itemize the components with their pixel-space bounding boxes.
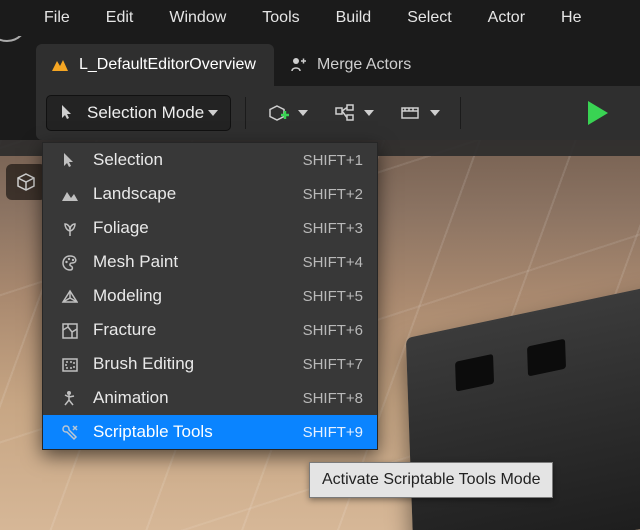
play-button[interactable] [556, 86, 640, 140]
mode-item-shortcut: SHIFT+2 [303, 186, 363, 203]
cursor-icon [59, 150, 79, 170]
play-icon [588, 101, 608, 125]
mode-item-scriptable-tools[interactable]: Scriptable Tools SHIFT+9 [43, 415, 377, 449]
animation-icon [59, 388, 79, 408]
palette-icon [59, 252, 79, 272]
foliage-icon [59, 218, 79, 238]
merge-icon [288, 55, 308, 75]
cinematics-icon [398, 100, 424, 126]
tab-label: Merge Actors [317, 56, 411, 74]
mode-item-shortcut: SHIFT+5 [303, 288, 363, 305]
mode-item-label: Fracture [93, 320, 303, 340]
document-tabs: L_DefaultEditorOverview Merge Actors [36, 44, 640, 86]
menu-build[interactable]: Build [318, 5, 390, 31]
menu-actor[interactable]: Actor [470, 5, 543, 31]
perspective-cube-icon [16, 172, 36, 192]
mode-item-label: Brush Editing [93, 354, 303, 374]
toolbar-separator [460, 97, 461, 129]
editor-mode-button[interactable]: Selection Mode [46, 95, 231, 131]
brush-edit-icon [59, 354, 79, 374]
mode-item-shortcut: SHIFT+1 [303, 152, 363, 169]
modeling-icon [59, 286, 79, 306]
add-content-icon [266, 100, 292, 126]
add-content-button[interactable] [260, 95, 314, 131]
mode-item-selection[interactable]: Selection SHIFT+1 [43, 143, 377, 177]
mode-item-label: Scriptable Tools [93, 422, 303, 442]
menu-help-truncated[interactable]: He [543, 5, 599, 31]
mesh-detail [455, 354, 494, 392]
blueprint-icon [332, 100, 358, 126]
menu-edit[interactable]: Edit [88, 5, 152, 31]
menu-tools[interactable]: Tools [244, 5, 317, 31]
main-toolbar: Selection Mode [36, 86, 640, 140]
mode-item-shortcut: SHIFT+8 [303, 390, 363, 407]
editor-modes-menu: Selection SHIFT+1 Landscape SHIFT+2 Foli… [42, 142, 378, 450]
fracture-icon [59, 320, 79, 340]
menu-file[interactable]: File [42, 5, 88, 31]
cinematics-button[interactable] [392, 95, 446, 131]
mode-item-shortcut: SHIFT+7 [303, 356, 363, 373]
mode-item-shortcut: SHIFT+6 [303, 322, 363, 339]
mode-item-label: Foliage [93, 218, 303, 238]
mode-item-landscape[interactable]: Landscape SHIFT+2 [43, 177, 377, 211]
blueprints-button[interactable] [326, 95, 380, 131]
mode-item-foliage[interactable]: Foliage SHIFT+3 [43, 211, 377, 245]
tools-icon [59, 422, 79, 442]
landscape-icon [59, 184, 79, 204]
mesh-detail [527, 339, 566, 377]
main-menubar: File Edit Window Tools Build Select Acto… [0, 0, 640, 36]
mode-item-brush-editing[interactable]: Brush Editing SHIFT+7 [43, 347, 377, 381]
viewport-options-button[interactable] [6, 164, 46, 200]
tab-level[interactable]: L_DefaultEditorOverview [36, 44, 274, 86]
tooltip: Activate Scriptable Tools Mode [309, 462, 553, 498]
mode-item-label: Animation [93, 388, 303, 408]
chevron-down-icon [298, 110, 308, 116]
mode-item-label: Mesh Paint [93, 252, 303, 272]
mode-item-mesh-paint[interactable]: Mesh Paint SHIFT+4 [43, 245, 377, 279]
mode-item-label: Selection [93, 150, 303, 170]
tab-label: L_DefaultEditorOverview [79, 56, 256, 74]
mode-item-label: Modeling [93, 286, 303, 306]
chevron-down-icon [208, 110, 218, 116]
mode-item-shortcut: SHIFT+4 [303, 254, 363, 271]
mode-item-label: Landscape [93, 184, 303, 204]
mode-item-shortcut: SHIFT+3 [303, 220, 363, 237]
mode-item-modeling[interactable]: Modeling SHIFT+5 [43, 279, 377, 313]
cursor-icon [59, 104, 77, 122]
menu-window[interactable]: Window [151, 5, 244, 31]
editor-mode-label: Selection Mode [87, 103, 204, 123]
tab-merge-actors[interactable]: Merge Actors [274, 44, 429, 86]
mode-item-shortcut: SHIFT+9 [303, 424, 363, 441]
toolbar-separator [245, 97, 246, 129]
mode-item-animation[interactable]: Animation SHIFT+8 [43, 381, 377, 415]
level-icon [50, 55, 70, 75]
chevron-down-icon [364, 110, 374, 116]
mode-item-fracture[interactable]: Fracture SHIFT+6 [43, 313, 377, 347]
chevron-down-icon [430, 110, 440, 116]
menu-select[interactable]: Select [389, 5, 469, 31]
